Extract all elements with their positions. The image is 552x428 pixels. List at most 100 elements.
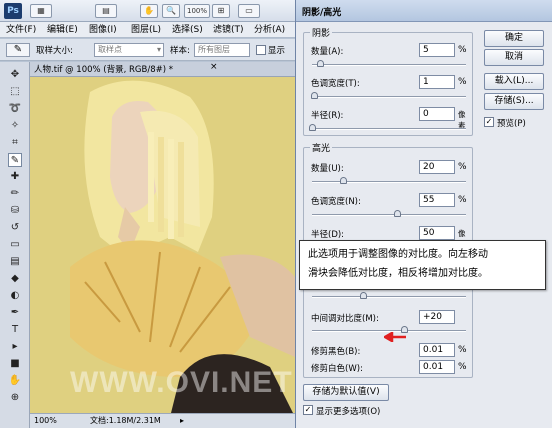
highlights-tonal-width-slider[interactable]: [393, 210, 401, 217]
save-default-button[interactable]: 存储为默认值(V): [303, 384, 389, 401]
zoom-tool-icon[interactable]: 🔍: [162, 4, 180, 18]
sample-size-select[interactable]: 取样点 ▾: [94, 43, 164, 57]
tooltip-line-2: 滑块会降低对比度，相反将增加对比度。: [308, 268, 488, 279]
gradient-tool-icon[interactable]: ▤: [8, 255, 22, 269]
menu-analysis[interactable]: 分析(A): [254, 23, 285, 37]
ps-logo: Ps: [4, 3, 22, 19]
shadows-amount-field[interactable]: 5: [419, 43, 455, 57]
history-brush-tool-icon[interactable]: ↺: [8, 221, 22, 235]
shadows-amount-track[interactable]: [312, 64, 466, 66]
pen-tool-icon[interactable]: ✒: [8, 306, 22, 320]
lasso-tool-icon[interactable]: ➰: [8, 102, 22, 116]
menu-image[interactable]: 图像(I): [89, 23, 117, 37]
clip-black-field[interactable]: 0.01: [419, 343, 455, 357]
highlights-tonal-width-unit: %: [458, 195, 467, 205]
menu-bar: 文件(F) 编辑(E) 图像(I) 图层(L) 选择(S) 滤镜(T) 分析(A…: [0, 22, 295, 38]
shadows-group: 阴影 数量(A): 5 % 色调宽度(T): 1 % 半径(R): 0 像素: [303, 26, 473, 136]
preview-checkbox[interactable]: ✓: [484, 117, 494, 127]
shadows-tonal-width-track[interactable]: [312, 96, 466, 98]
stamp-tool-icon[interactable]: ⛁: [8, 204, 22, 218]
menu-filter[interactable]: 滤镜(T): [213, 23, 244, 37]
highlights-amount-track[interactable]: [312, 181, 466, 183]
sample-layers-select[interactable]: 所有图层: [194, 43, 250, 57]
arrange-documents-icon[interactable]: ⊞: [212, 4, 230, 18]
shadows-radius-track[interactable]: [312, 128, 466, 130]
shadows-legend: 阴影: [310, 26, 333, 39]
menu-layer[interactable]: 图层(L): [131, 23, 161, 37]
status-zoom[interactable]: 100%: [34, 414, 57, 427]
hand-tool-icon[interactable]: ✋: [8, 374, 22, 388]
highlights-radius-field[interactable]: 50: [419, 226, 455, 240]
eyedropper-preset-icon[interactable]: ✎: [6, 43, 30, 57]
shadows-amount-label: 数量(A):: [311, 47, 344, 57]
close-icon[interactable]: ×: [210, 62, 218, 72]
menu-file[interactable]: 文件(F): [6, 23, 36, 37]
shadows-tonal-width-slider[interactable]: [310, 92, 318, 99]
highlights-tonal-width-field[interactable]: 55: [419, 193, 455, 207]
more-options-label: 显示更多选项(O): [316, 407, 381, 417]
zoom-tool-icon[interactable]: ⊕: [8, 391, 22, 405]
preview-label: 预览(P): [497, 119, 526, 129]
screen-mode-icon[interactable]: ▭: [238, 4, 260, 18]
save-button[interactable]: 存储(S)...: [484, 93, 544, 110]
options-bar: ✎ 取样大小: 取样点 ▾ 样本: 所有图层 显示: [0, 39, 295, 61]
more-options-checkbox[interactable]: ✓: [303, 405, 313, 415]
highlights-group: 高光 数量(U): 20 % 色调宽度(N): 55 % 半径(D): 50 像…: [303, 141, 473, 249]
menu-select[interactable]: 选择(S): [172, 23, 203, 37]
ok-button[interactable]: 确定: [484, 30, 544, 47]
blur-tool-icon[interactable]: ◆: [8, 272, 22, 286]
shape-tool-icon[interactable]: ■: [8, 357, 22, 371]
status-doc-size: 文档:1.18M/2.31M: [90, 416, 161, 425]
eyedropper-tool-icon[interactable]: ✎: [8, 153, 22, 167]
shadows-radius-field[interactable]: 0: [419, 107, 455, 121]
shadows-radius-slider[interactable]: [309, 124, 316, 131]
highlights-tonal-width-track[interactable]: [312, 214, 466, 216]
hand-tool-icon[interactable]: ✋: [140, 4, 158, 18]
highlights-amount-slider[interactable]: [339, 177, 347, 184]
status-arrow-icon[interactable]: ▸: [180, 414, 184, 427]
shadows-tonal-width-field[interactable]: 1: [419, 75, 455, 89]
document-tab[interactable]: 人物.tif @ 100% (背景, RGB/8#) * ×: [30, 62, 295, 77]
clip-black-unit: %: [458, 345, 467, 355]
healing-tool-icon[interactable]: ✚: [8, 170, 22, 184]
sample-layers-value: 所有图层: [198, 45, 230, 54]
clip-white-unit: %: [458, 362, 467, 372]
highlights-amount-unit: %: [458, 162, 467, 172]
sample-size-label: 取样大小:: [36, 46, 73, 56]
highlights-amount-field[interactable]: 20: [419, 160, 455, 174]
shadows-highlights-dialog: 阴影/高光 阴影 数量(A): 5 % 色调宽度(T): 1 % 半径(R): …: [295, 0, 552, 428]
clip-black-label: 修剪黑色(B):: [311, 347, 361, 357]
color-correction-track[interactable]: [312, 296, 466, 298]
highlights-radius-label: 半径(D):: [311, 230, 345, 240]
dodge-tool-icon[interactable]: ◐: [8, 289, 22, 303]
view-extras-icon[interactable]: ▤: [95, 4, 117, 18]
shadows-amount-unit: %: [458, 45, 467, 55]
eraser-tool-icon[interactable]: ▭: [8, 238, 22, 252]
move-tool-icon[interactable]: ✥: [8, 68, 22, 82]
load-button[interactable]: 载入(L)...: [484, 73, 544, 90]
clip-white-label: 修剪白色(W):: [311, 364, 363, 374]
red-arrow-icon: [384, 332, 406, 342]
crop-tool-icon[interactable]: ⌗: [8, 136, 22, 150]
color-correction-slider[interactable]: [360, 292, 367, 299]
status-bar: 100% 文档:1.18M/2.31M ▸: [30, 413, 295, 428]
shadows-amount-slider[interactable]: [316, 60, 324, 67]
marquee-tool-icon[interactable]: ⬚: [8, 85, 22, 99]
dialog-title-bar[interactable]: 阴影/高光: [296, 0, 552, 22]
brush-tool-icon[interactable]: ✏: [8, 187, 22, 201]
path-select-tool-icon[interactable]: ▸: [8, 340, 22, 354]
clip-white-field[interactable]: 0.01: [419, 360, 455, 374]
type-tool-icon[interactable]: T: [8, 323, 22, 337]
quick-select-tool-icon[interactable]: ✧: [8, 119, 22, 133]
watermark: WWW.OVI.NET: [70, 366, 293, 399]
chevron-down-icon: ▾: [156, 45, 161, 54]
dialog-title: 阴影/高光: [302, 8, 342, 18]
zoom-level-readout[interactable]: 100%: [184, 4, 210, 18]
bridge-icon[interactable]: ▦: [30, 4, 52, 18]
show-ring-checkbox[interactable]: [256, 45, 266, 55]
tooltip-line-1: 此选项用于调整图像的对比度。向左移动: [308, 249, 488, 260]
menu-edit[interactable]: 编辑(E): [47, 23, 78, 37]
cancel-button[interactable]: 取消: [484, 49, 544, 66]
highlights-tonal-width-label: 色调宽度(N):: [311, 197, 361, 207]
midtone-contrast-field[interactable]: +20: [419, 310, 455, 324]
